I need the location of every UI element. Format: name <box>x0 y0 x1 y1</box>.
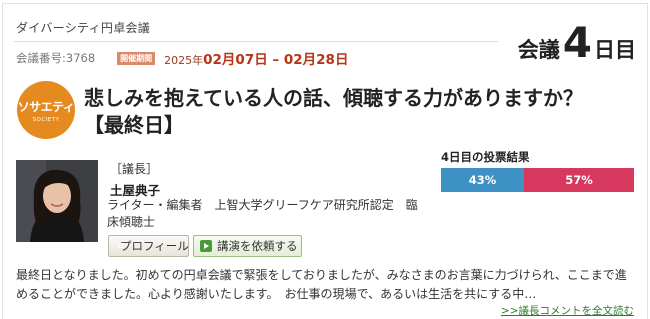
period-year: 2025年 <box>164 54 204 67</box>
request-lecture-button-label: 講演を依頼する <box>217 239 298 253</box>
period-end: 02月28日 <box>283 52 349 68</box>
meeting-number: 会議番号:3768 <box>16 51 96 65</box>
vote-option-2: 57% <box>523 168 634 192</box>
arrow-right-icon <box>200 240 212 252</box>
period-separator: – <box>267 52 284 68</box>
meeting-title: 悲しみを抱えている人の話、傾聴する力がありますか？【最終日】 <box>84 86 583 137</box>
chair-photo <box>16 160 98 242</box>
society-category-logo[interactable]: ソサエティ SOCIETY <box>17 81 75 139</box>
logo-text: ソサエティ <box>17 99 75 114</box>
request-lecture-button[interactable]: 講演を依頼する <box>193 235 302 257</box>
profile-button-label: プロフィール <box>120 239 189 253</box>
day-counter-number: 4 <box>562 18 592 67</box>
vote-results-bar: 43% 57% <box>441 168 634 192</box>
vote-option-2-label: 57% <box>565 173 593 187</box>
chair-profile: ライター・編集者 上智大学グリーフケア研究所認定 臨床傾聴士 <box>107 198 418 229</box>
period-badge: 開催期間 <box>117 51 156 65</box>
read-full-comment-link[interactable]: >>議長コメントを全文読む <box>501 303 634 318</box>
meeting-meta: 会議番号:3768 開催期間 2025年02月07日 – 02月28日 <box>16 48 348 68</box>
day-counter-prefix: 会議 <box>517 38 560 62</box>
vote-option-1-label: 43% <box>468 173 497 187</box>
vote-option-1: 43% <box>441 168 524 192</box>
vote-results-title: 4日目の投票結果 <box>441 150 530 164</box>
meeting-period: 2025年02月07日 – 02月28日 <box>164 48 348 68</box>
series-title: ダイバーシティ円卓会議 <box>16 21 151 35</box>
portrait-image <box>16 160 98 242</box>
chair-role-label: ［議長］ <box>110 162 159 176</box>
day-counter-suffix: 日目 <box>594 38 636 62</box>
day-counter: 会議 4 日目 <box>516 18 636 69</box>
period-start: 02月07日 <box>203 52 268 68</box>
profile-button[interactable]: プロフィール <box>108 235 189 257</box>
divider <box>14 41 498 42</box>
logo-subtext: SOCIETY <box>32 116 60 123</box>
chair-comment: 最終日となりました。初めての円卓会議で緊張をしておりましたが、みなさまのお言葉に… <box>16 268 627 301</box>
